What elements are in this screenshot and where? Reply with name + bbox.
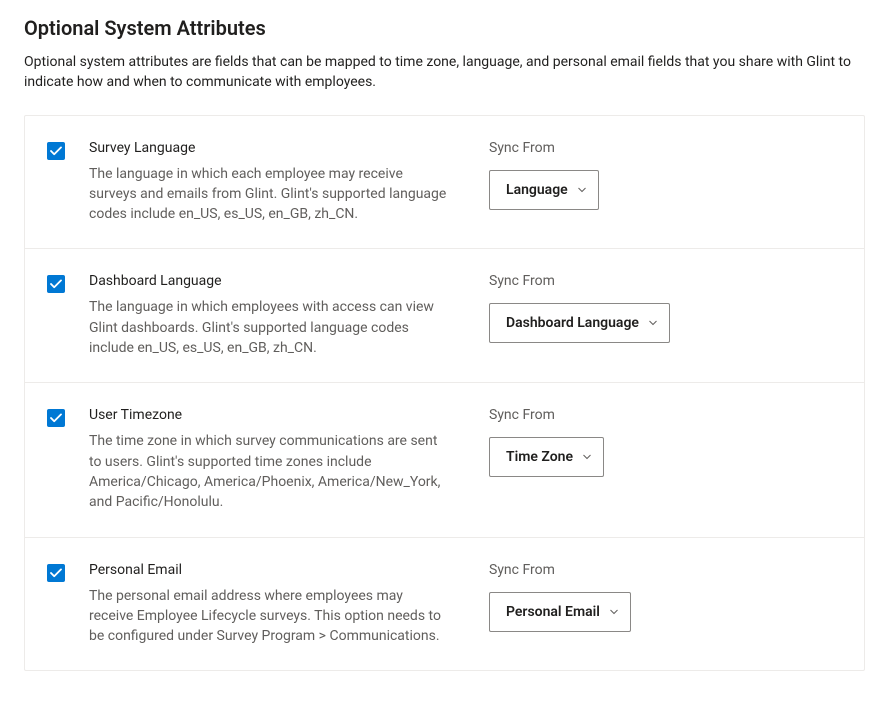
check-icon [50,278,62,290]
attribute-title: Survey Language [89,140,449,156]
check-icon [50,567,62,579]
attribute-title: Dashboard Language [89,273,449,289]
attribute-title: User Timezone [89,407,449,423]
sync-from-label: Sync From [489,273,809,289]
attribute-row: Survey Language The language in which ea… [25,116,864,250]
dropdown-value: Language [506,182,568,198]
page-title: Optional System Attributes [24,16,865,40]
sync-from-dropdown[interactable]: Language [489,170,599,210]
chevron-down-icon [581,451,593,463]
chevron-down-icon [576,184,588,196]
attribute-description: The language in which employees with acc… [89,297,449,358]
attribute-row: Dashboard Language The language in which… [25,249,864,383]
sync-from-dropdown[interactable]: Time Zone [489,437,604,477]
attribute-title: Personal Email [89,562,449,578]
sync-from-label: Sync From [489,407,809,423]
chevron-down-icon [608,606,620,618]
attribute-checkbox[interactable] [47,564,65,582]
attribute-description: The personal email address where employe… [89,586,449,647]
attribute-description: The language in which each employee may … [89,164,449,225]
attribute-description: The time zone in which survey communicat… [89,431,449,512]
sync-from-dropdown[interactable]: Personal Email [489,592,631,632]
dropdown-value: Time Zone [506,449,573,465]
attribute-checkbox[interactable] [47,275,65,293]
attribute-checkbox[interactable] [47,409,65,427]
sync-from-label: Sync From [489,562,809,578]
attribute-row: User Timezone The time zone in which sur… [25,383,864,537]
check-icon [50,412,62,424]
sync-from-dropdown[interactable]: Dashboard Language [489,303,670,343]
dropdown-value: Dashboard Language [506,315,639,331]
attributes-panel: Survey Language The language in which ea… [24,115,865,672]
check-icon [50,145,62,157]
attribute-row: Personal Email The personal email addres… [25,538,864,671]
dropdown-value: Personal Email [506,604,600,620]
attribute-checkbox[interactable] [47,142,65,160]
page-description: Optional system attributes are fields th… [24,52,854,93]
chevron-down-icon [647,317,659,329]
sync-from-label: Sync From [489,140,809,156]
